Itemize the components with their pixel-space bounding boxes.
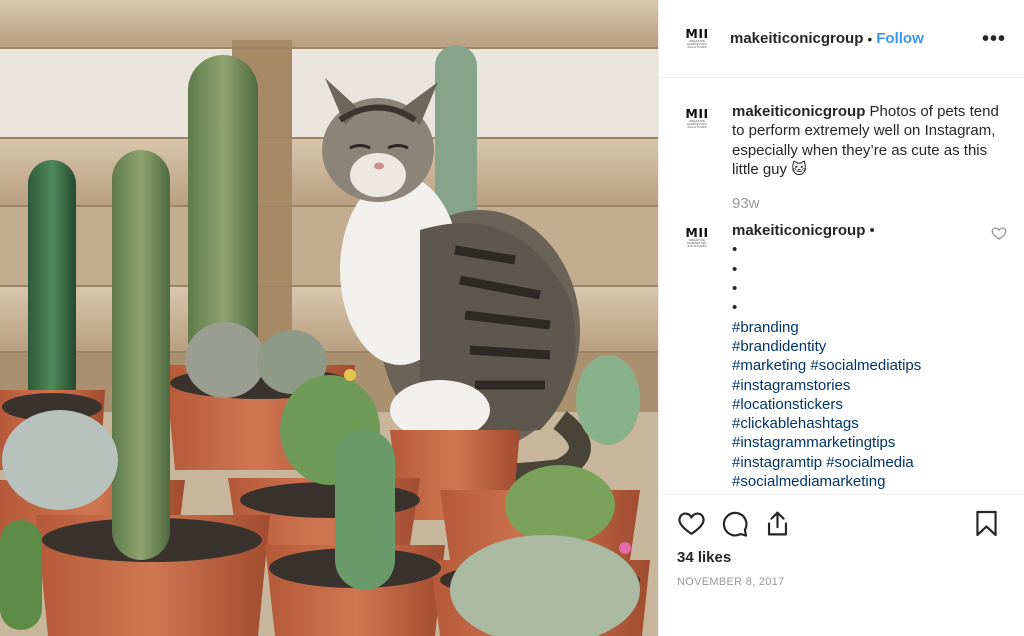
post-photo[interactable]: [0, 0, 658, 636]
comment-bullet: •: [732, 260, 738, 278]
comment-username[interactable]: makeiticonicgroup: [732, 222, 865, 239]
comments-section[interactable]: MII CREATIVE MARKETING SOLUTIONS makeiti…: [659, 78, 1024, 494]
profile-avatar[interactable]: MII CREATIVE MARKETING SOLUTIONS: [681, 23, 713, 55]
hashtag-link[interactable]: #clickablehashtags: [732, 415, 859, 432]
caption-username[interactable]: makeiticonicgroup: [732, 103, 865, 120]
comment-avatar[interactable]: MII CREATIVE MARKETING SOLUTIONS: [681, 221, 713, 253]
avatar-logo-mark: MII: [685, 105, 709, 121]
more-options-icon[interactable]: •••: [982, 29, 1006, 49]
hashtag-list: #branding #brandidentity #marketing #soc…: [732, 318, 991, 492]
hashtag-link[interactable]: #instagrammarketingtips: [732, 434, 895, 451]
small-heart-icon[interactable]: [991, 225, 1007, 241]
avatar-logo-mark: MII: [685, 224, 709, 240]
hashtag-link[interactable]: #marketing #socialmediatips: [732, 357, 921, 374]
follow-button[interactable]: Follow: [876, 30, 924, 47]
header-username[interactable]: makeiticonicgroup: [730, 30, 863, 47]
likes-count[interactable]: 34 likes: [677, 549, 1007, 566]
post-header: MII CREATIVE MARKETING SOLUTIONS makeiti…: [659, 0, 1024, 78]
comment-body: makeiticonicgroup • • • • • #branding #b…: [732, 221, 991, 491]
hashtag-link[interactable]: #branding: [732, 319, 799, 336]
post-sidebar: MII CREATIVE MARKETING SOLUTIONS makeiti…: [658, 0, 1024, 636]
comment-bubble-icon[interactable]: [720, 509, 749, 538]
comment-bullet: •: [732, 280, 738, 298]
post-date: NOVEMBER 8, 2017: [677, 576, 785, 588]
cat-with-cacti-photo: [0, 0, 658, 636]
comment-bullet: •: [732, 241, 738, 259]
caption-age[interactable]: 93w: [732, 195, 1007, 212]
instagram-post: MII CREATIVE MARKETING SOLUTIONS makeiti…: [0, 0, 1024, 636]
avatar-logo-tagline: CREATIVE MARKETING SOLUTIONS: [687, 39, 707, 49]
hashtag-link[interactable]: #locationstickers: [732, 396, 843, 413]
caption-comment: MII CREATIVE MARKETING SOLUTIONS makeiti…: [681, 102, 1007, 179]
avatar-logo-tagline: CREATIVE MARKETING SOLUTIONS: [687, 237, 707, 248]
caption-avatar[interactable]: MII CREATIVE MARKETING SOLUTIONS: [681, 102, 713, 134]
avatar-logo-tagline: CREATIVE MARKETING SOLUTIONS: [687, 118, 707, 129]
comment-bullet: •: [732, 299, 738, 317]
post-footer: 34 likes NOVEMBER 8, 2017: [659, 494, 1024, 636]
heart-icon[interactable]: [677, 509, 706, 538]
hashtag-link[interactable]: #brandidentity: [732, 338, 826, 355]
hashtag-link[interactable]: #instagramtip #socialmedia: [732, 454, 914, 471]
header-separator: •: [867, 30, 873, 47]
share-upload-icon[interactable]: [763, 509, 792, 538]
comment-trail: •: [869, 222, 875, 240]
action-bar: [677, 495, 1007, 551]
hashtag-link[interactable]: #socialmediamarketing: [732, 473, 885, 490]
caption-body: makeiticonicgroup Photos of pets tend to…: [732, 102, 1007, 179]
hashtag-comment: MII CREATIVE MARKETING SOLUTIONS makeiti…: [681, 221, 1007, 491]
bookmark-icon[interactable]: [972, 509, 1001, 538]
hashtag-link[interactable]: #instagramstories: [732, 377, 850, 394]
